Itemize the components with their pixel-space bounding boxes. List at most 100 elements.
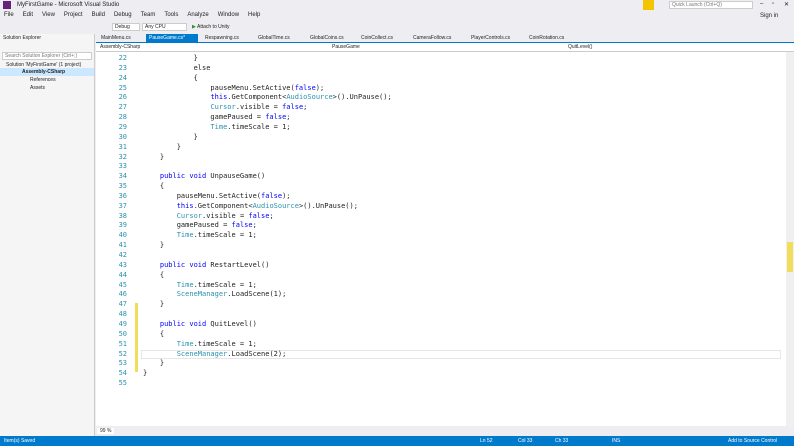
menu-bar: File Edit View Project Build Debug Team Tools An… [0,10,794,21]
code-token: { [143,73,198,82]
class-dropdown[interactable]: PauseGame [332,44,360,50]
zoom-level[interactable]: 99 % [97,428,115,434]
code-token: .timeScale = 1; [193,231,257,240]
type-token: SceneManager [176,349,228,358]
keyword-token: public void [159,172,207,181]
tab-mainmenucs[interactable]: MainMenu.cs [98,34,131,42]
code-token: >().UnPause(); [298,201,358,210]
code-token: } [143,132,198,141]
code-token: RestartLevel() [206,260,270,269]
code-line: public void UnpauseGame() [143,172,265,180]
menu-build[interactable]: Build [92,12,105,18]
code-token: ; [286,113,291,122]
code-token: { [143,270,165,279]
code-line: this.GetComponent<AudioSource>().UnPause… [143,93,392,102]
window-title: MyFirstGame - Microsoft Visual Studio [17,2,120,8]
code-line: else [143,64,211,72]
code-line: } [143,369,147,377]
tab-pausegamecs[interactable]: PauseGame.cs* [146,34,198,42]
code-token: .visible = [235,103,283,112]
config-select[interactable]: Debug [112,23,140,31]
code-token: } [143,300,165,309]
code-editor[interactable]: 22 } 23 else 24 {25 pauseMenu.SetActive(fa… [96,52,786,426]
restore-button[interactable]: ▫ [772,1,774,7]
attach-label: Attach to Unity [196,24,230,30]
sign-in-link[interactable]: Sign in [760,13,778,19]
code-line: Cursor.visible = false; [143,103,307,111]
tab-coinrotationcs[interactable]: CoinRotation.cs [526,34,564,42]
menu-file[interactable]: File [4,12,14,18]
code-line: } [143,133,198,141]
type-token: SceneManager [176,290,228,299]
type-token: Time [210,122,228,131]
code-line: Time.timeScale = 1; [143,340,257,348]
attach-to-unity-button[interactable]: ▶ Attach to Unity [192,24,230,30]
code-token: { [143,329,165,338]
code-line: Time.timeScale = 1; [143,231,257,239]
solution-explorer-title: Solution Explorer [3,35,42,41]
line-number: 45 [118,280,127,289]
vs-logo-icon [3,1,11,9]
line-number: 36 [118,191,127,200]
code-line: } [143,359,164,367]
tree-item-references[interactable]: References [0,76,94,84]
tab-respawningcs[interactable]: Respawning.cs [202,34,239,42]
keyword-token: false [294,83,316,92]
menu-view[interactable]: View [42,12,55,18]
line-number: 29 [118,122,127,131]
tab-globalcoinscs[interactable]: GlobalCoins.cs [307,34,344,42]
menu-analyze[interactable]: Analyze [187,12,208,18]
keyword-token: public void [159,260,207,269]
change-margin [135,303,138,372]
code-token: } [143,142,181,151]
platform-select[interactable]: Any CPU [142,23,187,31]
title-bar: MyFirstGame - Microsoft Visual Studio Qu… [0,0,794,10]
quick-launch-input[interactable]: Quick Launch (Ctrl+Q) [669,1,753,9]
vertical-scrollbar[interactable] [786,52,794,426]
tree-item-solution[interactable]: Solution 'MyFirstGame' (1 project) [0,60,94,68]
menu-help[interactable]: Help [248,12,260,18]
line-number: 42 [118,251,127,259]
solution-search-input[interactable]: Search Solution Explorer (Ctrl+;) [2,52,92,60]
menu-edit[interactable]: Edit [23,12,33,18]
line-number: 39 [118,221,127,230]
menu-project[interactable]: Project [64,12,83,18]
menu-window[interactable]: Window [218,12,239,18]
line-number: 51 [118,339,127,348]
tree-item-assets[interactable]: Assets [0,84,94,92]
line-number: 50 [118,329,127,338]
menu-tools[interactable]: Tools [164,12,178,18]
code-line: SceneManager.LoadScene(1); [143,290,287,299]
line-number: 38 [118,211,127,220]
status-line: Ln 52 [480,438,493,444]
keyword-token: public void [159,319,207,328]
tab-playercontrolscs[interactable]: PlayerControls.cs [468,34,510,42]
code-line: } [143,241,164,249]
close-button[interactable]: ✕ [784,1,789,8]
add-to-source-control[interactable]: Add to Source Control [728,436,777,446]
tab-globaltimecs[interactable]: GlobalTime.cs [255,34,290,42]
code-token: >().UnPause(); [332,93,392,102]
code-token: pauseMenu.SetActive( [143,83,295,92]
menu-team[interactable]: Team [141,12,156,18]
project-dropdown[interactable]: Assembly-CSharp [100,44,140,50]
line-number: 23 [118,63,127,72]
feedback-icon[interactable] [643,0,654,10]
minimize-button[interactable]: – [760,1,763,7]
menu-debug[interactable]: Debug [114,12,132,18]
code-token: .LoadScene(2); [227,349,287,358]
member-dropdown[interactable]: QuitLevel() [568,44,592,50]
type-token: Time [176,339,194,348]
line-number: 48 [118,310,127,319]
tab-coincollectcs[interactable]: CoinCollect.cs [358,34,393,42]
code-token: ; [269,211,274,220]
status-mode: INS [612,438,621,444]
code-token: ); [282,191,291,200]
tree-item-project[interactable]: Assembly-CSharp [0,68,94,76]
tab-camerafollowcs[interactable]: CameraFollow.cs [410,34,451,42]
